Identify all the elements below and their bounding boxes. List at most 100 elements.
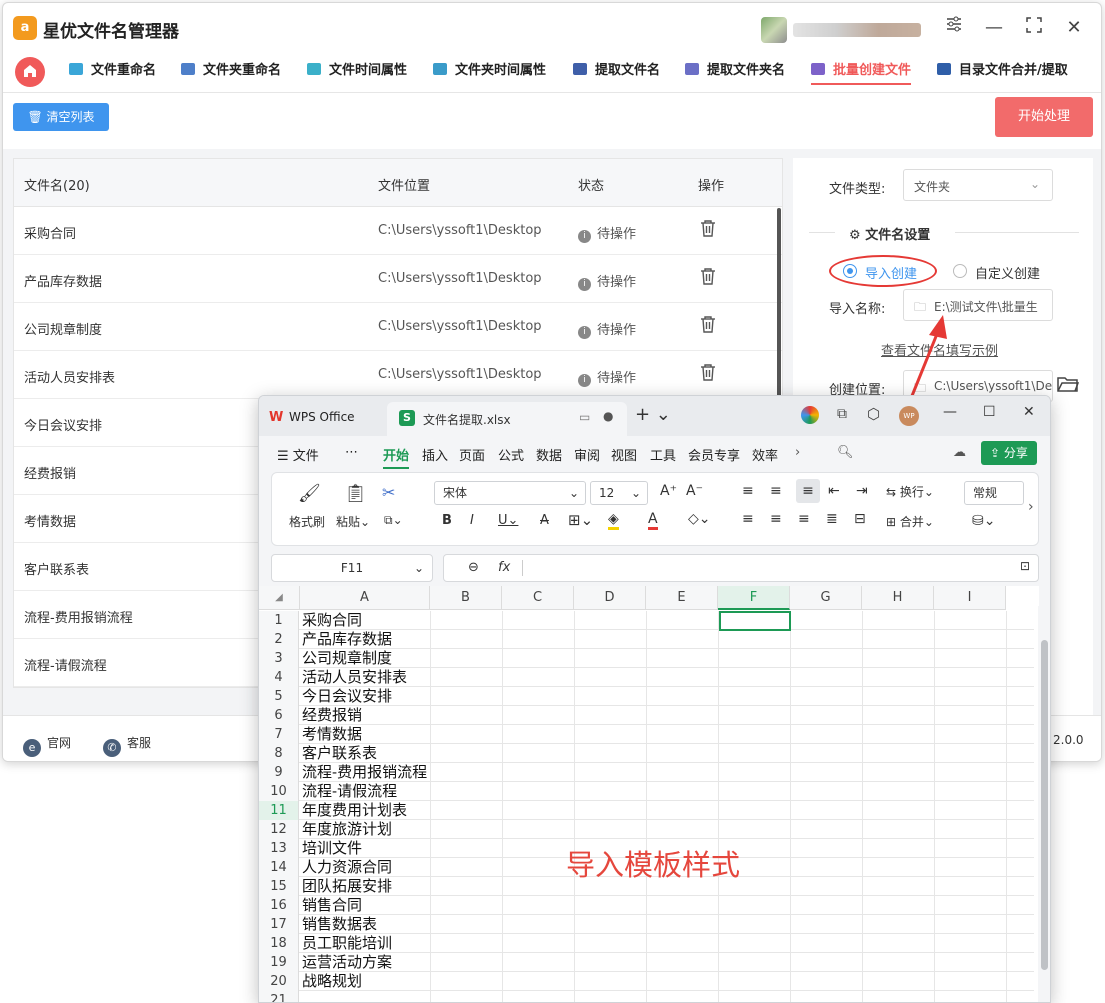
column-header[interactable]: G xyxy=(790,586,862,610)
cell-style-icon[interactable]: ⛁⌄ xyxy=(972,513,995,529)
cell-a[interactable]: 员工职能培训 xyxy=(300,934,430,953)
radio-custom-create[interactable] xyxy=(953,264,967,278)
distribute-icon[interactable]: ⊟ xyxy=(854,511,866,527)
column-header[interactable]: I xyxy=(934,586,1006,610)
cell-a[interactable]: 运营活动方案 xyxy=(300,953,430,972)
row-header[interactable]: 10 xyxy=(259,782,299,801)
column-header[interactable]: H xyxy=(862,586,934,610)
copy-icon[interactable]: ⧉⌄ xyxy=(384,513,403,528)
cell-a[interactable]: 流程-费用报销流程 xyxy=(300,763,430,782)
row-header[interactable]: 2 xyxy=(259,630,299,649)
service-link[interactable]: ✆ 客服 xyxy=(103,734,151,757)
menu-page[interactable]: 页面 xyxy=(459,445,485,464)
search-icon[interactable]: 🔍︎ xyxy=(837,445,854,460)
tab-file-time[interactable]: 文件时间属性 xyxy=(307,59,407,85)
tab-extract-filename[interactable]: 提取文件名 xyxy=(573,59,660,85)
row-header[interactable]: 12 xyxy=(259,820,299,839)
expand-formula-icon[interactable]: ⊡ xyxy=(1020,559,1030,573)
wps-home-tab[interactable]: W WPS Office xyxy=(269,404,355,430)
ribbon-next-icon[interactable]: › xyxy=(1028,499,1034,515)
table-row[interactable]: 活动人员安排表 C:\Users\yssoft1\Desktop i 待操作 xyxy=(14,351,782,399)
spreadsheet-grid[interactable]: ◢ ABCDEFGHI 1 采购合同 2 产品库存数据 3 公司规章制度 4 活动人员安排表 5… xyxy=(259,586,1039,1002)
monitor-icon[interactable]: ▭ xyxy=(579,410,590,424)
row-header[interactable]: 19 xyxy=(259,953,299,972)
paste-label[interactable]: 粘贴⌄ xyxy=(336,513,370,530)
cell-a[interactable]: 年度旅游计划 xyxy=(300,820,430,839)
menu-insert[interactable]: 插入 xyxy=(422,445,448,464)
close-icon[interactable]: ✕ xyxy=(1059,13,1089,43)
minimize-icon[interactable]: — xyxy=(979,13,1009,43)
wps-close-icon[interactable]: ✕ xyxy=(1023,404,1035,420)
table-row[interactable]: 产品库存数据 C:\Users\yssoft1\Desktop i 待操作 xyxy=(14,255,782,303)
delete-icon[interactable] xyxy=(700,363,716,385)
fx-icon[interactable]: fx xyxy=(498,560,510,575)
user-avatar[interactable] xyxy=(761,17,787,43)
underline-icon[interactable]: U⌄ xyxy=(498,513,518,528)
paste-icon[interactable]: 📋︎ xyxy=(344,483,367,504)
cloud-upload-icon[interactable]: ☁ xyxy=(953,445,966,460)
name-box[interactable]: F11 ⌄ xyxy=(271,554,433,582)
column-header[interactable]: D xyxy=(574,586,646,610)
radio-import-create[interactable] xyxy=(843,264,857,278)
maximize-icon[interactable] xyxy=(1019,13,1049,43)
cell-a[interactable]: 销售数据表 xyxy=(300,915,430,934)
cell-a[interactable]: 产品库存数据 xyxy=(300,630,430,649)
italic-icon[interactable]: I xyxy=(470,513,474,528)
delete-icon[interactable] xyxy=(700,267,716,289)
cell-a[interactable]: 今日会议安排 xyxy=(300,687,430,706)
cell-a[interactable]: 流程-请假流程 xyxy=(300,782,430,801)
column-header[interactable]: A xyxy=(300,586,430,610)
browse-folder-icon[interactable] xyxy=(1057,375,1080,397)
row-header[interactable]: 11 xyxy=(259,801,299,820)
row-header[interactable]: 17 xyxy=(259,915,299,934)
share-button[interactable]: ⇪ 分享 xyxy=(981,441,1037,465)
clear-list-button[interactable]: 🗑 清空列表 xyxy=(13,103,109,131)
settings-icon[interactable] xyxy=(939,13,969,43)
delete-icon[interactable] xyxy=(700,219,716,241)
align-top-icon[interactable]: ≡ xyxy=(742,483,754,499)
window-icon[interactable]: ⧉ xyxy=(837,406,847,422)
cell-a[interactable]: 销售合同 xyxy=(300,896,430,915)
wps-file-tab[interactable]: S 文件名提取.xlsx ▭ ● xyxy=(387,402,627,436)
fill-color-icon[interactable]: ◈ xyxy=(608,511,619,530)
merge-cells-button[interactable]: ⊞ 合并⌄ xyxy=(886,513,934,530)
cell-a[interactable]: 活动人员安排表 xyxy=(300,668,430,687)
strikethrough-icon[interactable]: A xyxy=(540,513,549,528)
column-header[interactable]: E xyxy=(646,586,718,610)
table-row[interactable]: 公司规章制度 C:\Users\yssoft1\Desktop i 待操作 xyxy=(14,303,782,351)
tab-file-rename[interactable]: 文件重命名 xyxy=(69,59,156,85)
tab-extract-foldername[interactable]: 提取文件夹名 xyxy=(685,59,785,85)
cell-a[interactable]: 战略规划 xyxy=(300,972,430,991)
wps-minimize-icon[interactable]: — xyxy=(943,404,957,420)
row-header[interactable]: 8 xyxy=(259,744,299,763)
menu-review[interactable]: 审阅 xyxy=(574,445,600,464)
menu-tools[interactable]: 工具 xyxy=(650,445,676,464)
indent-decrease-icon[interactable]: ⇤ xyxy=(828,483,840,499)
menu-file[interactable]: ☰ 文件 xyxy=(277,445,319,464)
column-header[interactable]: C xyxy=(502,586,574,610)
number-format-select[interactable]: 常规 xyxy=(964,481,1024,505)
zoom-icon[interactable]: ⊖ xyxy=(468,560,479,575)
tab-batch-create[interactable]: 批量创建文件 xyxy=(811,59,912,85)
cell-a[interactable]: 客户联系表 xyxy=(300,744,430,763)
row-header[interactable]: 7 xyxy=(259,725,299,744)
indent-increase-icon[interactable]: ⇥ xyxy=(856,483,868,499)
row-header[interactable]: 4 xyxy=(259,668,299,687)
unsaved-dot-icon[interactable]: ● xyxy=(603,409,613,423)
wps-maximize-icon[interactable]: ☐ xyxy=(983,404,996,420)
table-row[interactable]: 采购合同 C:\Users\yssoft1\Desktop i 待操作 xyxy=(14,207,782,255)
ai-icon[interactable] xyxy=(801,406,819,424)
chevron-right-icon[interactable]: › xyxy=(795,445,800,460)
menu-more[interactable]: ⋯ xyxy=(345,445,358,460)
cell-a[interactable]: 培训文件 xyxy=(300,839,430,858)
column-header[interactable]: B xyxy=(430,586,502,610)
tab-merge-extract[interactable]: 目录文件合并/提取 xyxy=(937,59,1068,85)
row-header[interactable]: 6 xyxy=(259,706,299,725)
cut-icon[interactable]: ✂ xyxy=(382,483,395,502)
menu-home[interactable]: 开始 xyxy=(383,445,410,469)
bold-icon[interactable]: B xyxy=(442,513,452,528)
row-header[interactable]: 18 xyxy=(259,934,299,953)
font-color-icon[interactable]: A xyxy=(648,511,658,530)
wrap-text-button[interactable]: ⇆ 换行⌄ xyxy=(886,483,934,500)
row-header[interactable]: 3 xyxy=(259,649,299,668)
